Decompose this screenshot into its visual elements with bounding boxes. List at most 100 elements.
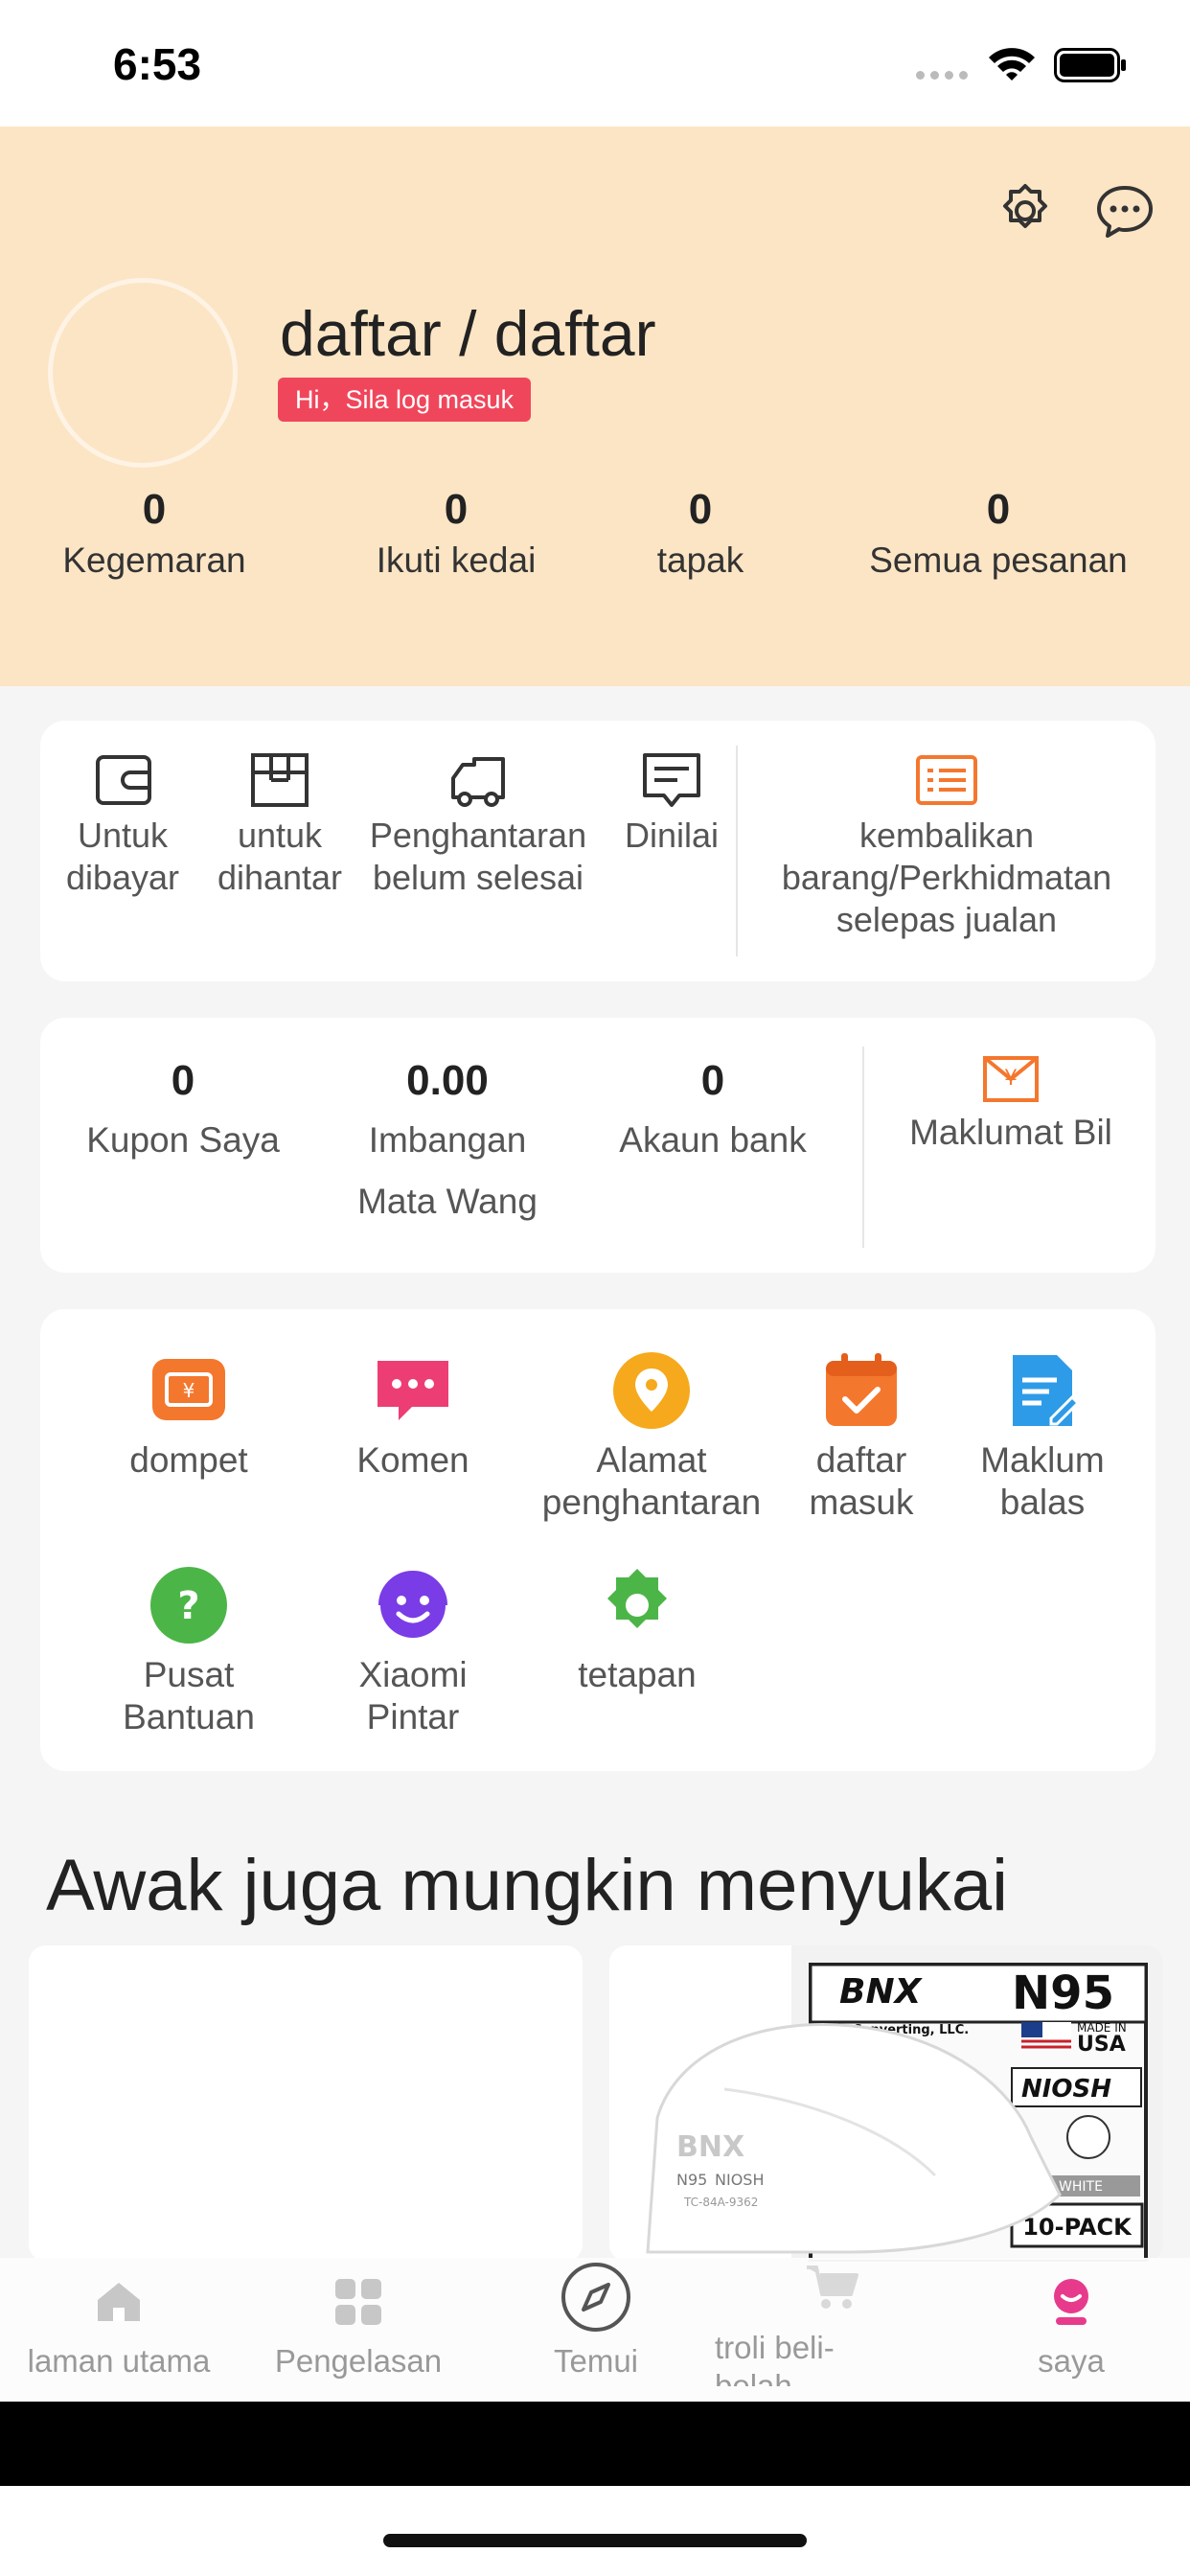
order-label-line1: Dinilai [624,816,720,855]
stat-value: 0 [688,486,713,533]
status-time: 6:53 [113,39,202,89]
status-bar: 6:53 [0,0,1190,126]
orders-card: Untuk dibayar untuk dihantar Penghantara… [40,721,1156,981]
tab-me[interactable]: saya [952,2273,1190,2380]
login-prompt-badge[interactable]: Hi，Sila log masuk [278,378,532,422]
services-card: ¥ dompet Komen Alamat penghantaran dafta… [40,1309,1156,1771]
tab-label: Temui [553,2343,639,2379]
product-niosh-label: NIOSH [1021,2075,1111,2104]
avatar[interactable] [48,278,238,468]
cart-icon [807,2266,858,2309]
feedback-icon [1013,1355,1081,1426]
order-to-ship[interactable]: untuk dihantar [213,749,347,899]
wallet-outline-icon [96,755,151,805]
order-shipping[interactable]: Penghantaran belum selesai [353,749,604,899]
truck-icon [451,757,505,807]
signal-icon [916,71,968,80]
tab-home[interactable]: laman utama [0,2273,238,2380]
asset-label: Akaun bank [619,1120,807,1160]
stats-row: 0 Kegemaran 0 Ikuti kedai 0 tapak 0 Semu… [0,485,1190,600]
asset-label: Maklumat Bil [909,1113,1112,1152]
assets-card: 0 Kupon Saya 0.00 Imbangan Mata Wang 0 A… [40,1018,1156,1273]
profile-icon [1054,2279,1088,2325]
order-refund[interactable]: kembalikan barang/Perkhidmatan selepas j… [738,749,1156,941]
review-icon [643,753,700,807]
home-icon [98,2283,140,2321]
service-settings[interactable]: tetapan [517,1566,757,1696]
stat-value: 0 [142,486,167,533]
compass-icon [561,2263,630,2332]
service-label-line2: Pintar [366,1697,460,1736]
tab-label: troli beli-belah [715,2330,835,2386]
product-country: USA [1077,2033,1126,2057]
list-orange-icon [916,755,977,805]
home-indicator[interactable] [383,2534,807,2547]
order-label-line2: dibayar [65,858,180,897]
tab-label: laman utama [27,2343,211,2379]
svg-text:¥: ¥ [183,1379,195,1402]
order-label-line3: selepas jualan [835,900,1058,939]
product-card[interactable] [29,1945,583,2262]
wifi-icon [989,48,1035,80]
stat-followed-shops[interactable]: 0 Ikuti kedai [331,485,582,586]
product-color: WHITE [1059,2179,1103,2195]
tab-discover[interactable]: Temui [477,2262,715,2380]
message-icon[interactable] [1094,180,1156,242]
service-wallet[interactable]: ¥ dompet [69,1351,309,1482]
wallet-icon: ¥ [152,1359,225,1420]
calendar-icon [826,1353,897,1426]
product-card[interactable]: BNX N95 Converting, LLC. MADE IN USA NIO… [609,1945,1163,2262]
stat-favorites[interactable]: 0 Kegemaran [29,485,280,586]
settings-gear-icon[interactable] [995,180,1056,242]
home-indicator-area [0,2486,1190,2576]
stat-label: Ikuti kedai [376,540,537,580]
stat-footprint[interactable]: 0 tapak [575,485,826,586]
service-label-line2: balas [999,1483,1086,1522]
order-label-line2: dihantar [217,858,343,897]
envelope-yen-icon: ¥ [983,1056,1039,1102]
stat-label: Kegemaran [62,540,246,580]
product-badge: N95 [1012,1966,1114,2020]
order-label-line2: barang/Perkhidmatan [781,858,1112,897]
service-feedback[interactable]: Maklum balas [937,1351,1148,1524]
service-label-line1: Pusat [143,1655,235,1694]
stat-all-orders[interactable]: 0 Semua pesanan [843,485,1154,586]
bottom-tab-bar: laman utama Pengelasan Temui troli beli-… [0,2258,1190,2402]
stat-value: 0 [986,486,1011,533]
svg-text:?: ? [177,1584,199,1628]
system-band [0,2402,1190,2486]
recommend-title: Awak juga mungkin menyukai [46,1845,1009,1926]
asset-balance[interactable]: 0.00 Imbangan Mata Wang [328,1052,567,1232]
tab-categories[interactable]: Pengelasan [240,2273,477,2380]
stat-label: tapak [656,540,744,580]
location-icon [613,1352,690,1429]
product-image: BNX N95 Converting, LLC. MADE IN USA NIO… [646,1945,1163,2262]
stat-label: Semua pesanan [869,540,1128,580]
product-mask-brand: BNX [676,2130,744,2164]
tab-cart[interactable]: troli beli-belah [715,2260,952,2386]
product-brand: BNX [839,1972,924,2012]
service-assistant[interactable]: Xiaomi Pintar [293,1566,533,1738]
service-label-line1: Maklum [980,1440,1105,1480]
asset-label: Kupon Saya [86,1120,280,1160]
login-title[interactable]: daftar / daftar [280,297,656,370]
order-to-pay[interactable]: Untuk dibayar [65,749,180,899]
asset-bank[interactable]: 0 Akaun bank [598,1052,828,1171]
order-label-line1: Untuk [77,816,169,855]
order-label-line1: kembalikan [858,816,1035,855]
tab-label: saya [1038,2343,1105,2379]
order-label-line1: Penghantaran [369,816,587,855]
svg-text:¥: ¥ [1004,1067,1018,1091]
service-help-center[interactable]: ? Pusat Bantuan [69,1566,309,1738]
asset-coupons[interactable]: 0 Kupon Saya [63,1052,303,1171]
service-label-line1: Xiaomi [358,1655,468,1694]
settings-icon [607,1569,667,1628]
order-label-line2: belum selesai [372,858,584,897]
asset-bill-info[interactable]: ¥ Maklumat Bil [866,1052,1156,1160]
tab-label: Pengelasan [274,2343,443,2379]
order-rated[interactable]: Dinilai [609,749,734,857]
asset-value: 0 [171,1057,195,1104]
help-icon: ? [150,1567,227,1644]
comment-icon [378,1361,448,1420]
battery-icon [1054,48,1126,82]
